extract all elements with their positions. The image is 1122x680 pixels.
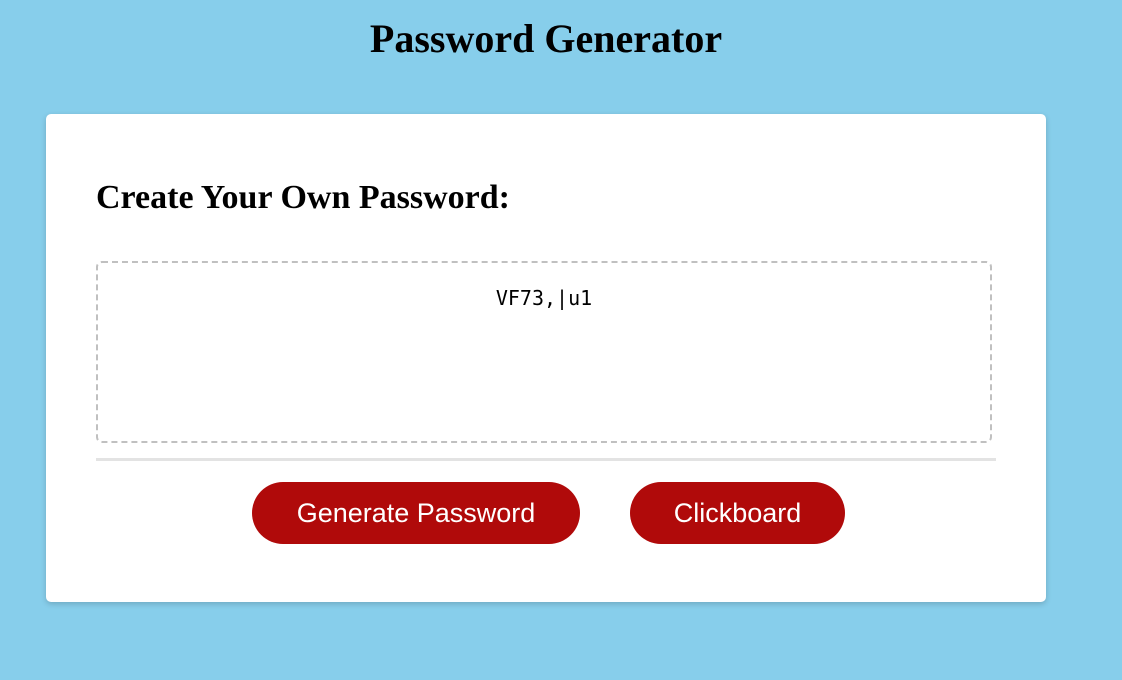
password-output[interactable]: VF73,|u1	[96, 261, 992, 443]
divider	[96, 458, 996, 461]
copy-clipboard-button[interactable]: Clickboard	[630, 482, 845, 544]
card-heading: Create Your Own Password:	[96, 179, 510, 216]
page-title: Password Generator	[369, 16, 723, 61]
generate-password-button[interactable]: Generate Password	[252, 482, 580, 544]
password-card: Create Your Own Password: VF73,|u1 Gener…	[46, 114, 1046, 602]
